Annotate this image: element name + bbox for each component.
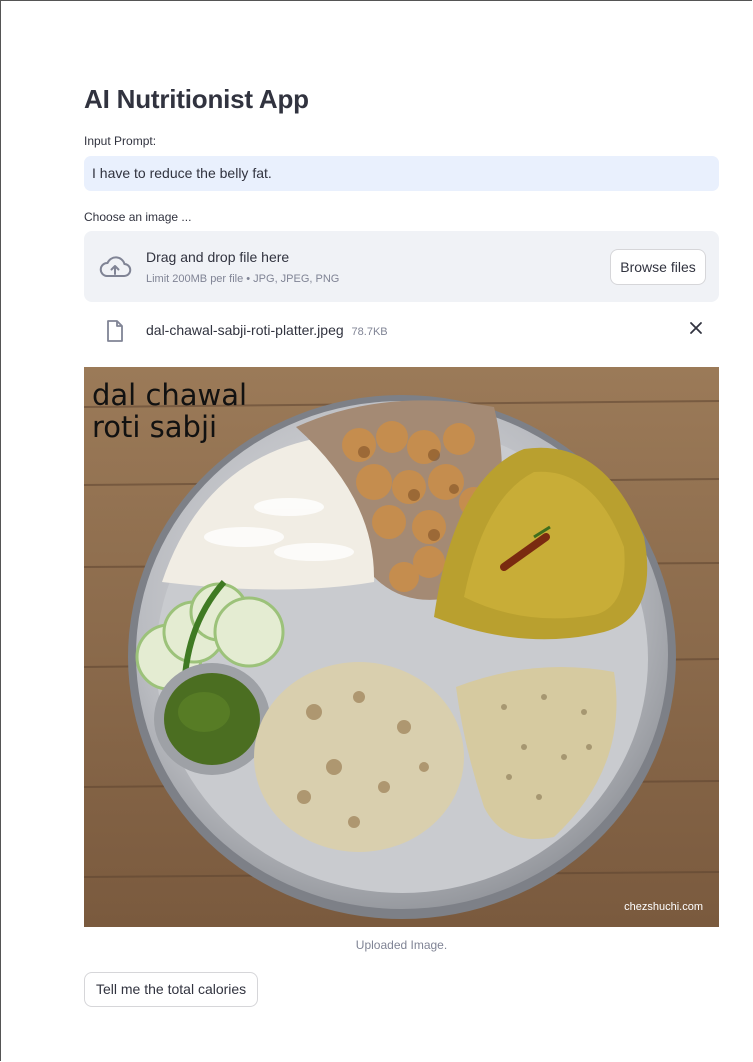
close-icon[interactable] [689, 321, 703, 335]
file-name-wrap: dal-chawal-sabji-roti-platter.jpeg 78.7K… [146, 322, 388, 338]
dropzone-title: Drag and drop file here [146, 249, 290, 265]
file-name: dal-chawal-sabji-roti-platter.jpeg [146, 322, 344, 338]
calories-button[interactable]: Tell me the total calories [84, 972, 259, 1007]
uploaded-image: dal chawal roti sabji chezshuchi.com [84, 367, 719, 927]
cloud-upload-icon [99, 256, 132, 277]
page-title: AI Nutritionist App [84, 84, 309, 114]
file-icon [107, 320, 123, 342]
prompt-label: Input Prompt: [84, 134, 157, 148]
uploader-label: Choose an image ... [84, 210, 192, 224]
browse-files-button[interactable]: Browse files [610, 249, 706, 285]
file-size: 78.7KB [351, 326, 388, 338]
image-overlay-line1: dal chawal [92, 378, 248, 412]
image-caption: Uploaded Image. [355, 938, 448, 952]
food-platter-image [84, 367, 719, 927]
prompt-input[interactable] [84, 156, 719, 191]
uploaded-file-row: dal-chawal-sabji-roti-platter.jpeg 78.7K… [84, 316, 719, 346]
image-overlay-text: dal chawal roti sabji [92, 379, 247, 443]
image-overlay-line2: roti sabji [92, 410, 218, 444]
dropzone-limit: Limit 200MB per file • JPG, JPEG, PNG [146, 273, 340, 285]
file-dropzone[interactable]: Drag and drop file here Limit 200MB per … [84, 231, 719, 302]
image-watermark: chezshuchi.com [624, 901, 703, 913]
